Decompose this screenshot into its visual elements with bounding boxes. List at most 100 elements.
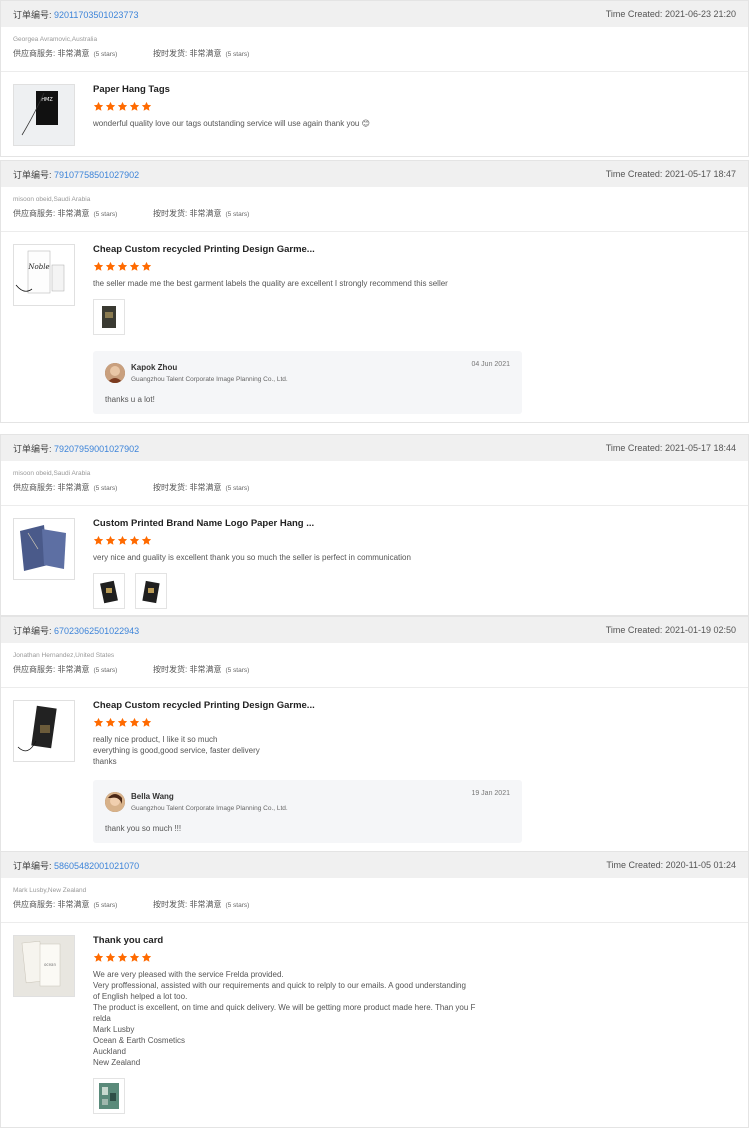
reply-company: Guangzhou Talent Corporate Image Plannin… bbox=[131, 376, 288, 383]
review-text: really nice product, I like it so much e… bbox=[93, 735, 260, 766]
shipping-value: 非常满意 bbox=[189, 900, 222, 909]
review-header: 订单编号: 79107758501027902 Time Created: 20… bbox=[1, 160, 748, 187]
buyer-name: Jonathan Hernandez,United States bbox=[13, 652, 115, 659]
supplier-service-value: 非常满意 bbox=[57, 209, 90, 218]
star-rating bbox=[93, 717, 738, 728]
order-number-link[interactable]: 58605482001021070 bbox=[54, 861, 139, 871]
svg-text:Noble: Noble bbox=[27, 263, 49, 271]
shipping-stars: (5 stars) bbox=[225, 51, 250, 58]
time-label: Time Created: bbox=[605, 625, 663, 635]
star-icon bbox=[93, 535, 104, 545]
time-label: Time Created: bbox=[605, 443, 663, 453]
seller-reply: Bella Wang Guangzhou Talent Corporate Im… bbox=[93, 780, 522, 843]
review-photo[interactable] bbox=[93, 299, 125, 335]
review-header: 订单编号: 92011703501023773 Time Created: 20… bbox=[1, 0, 748, 27]
order-number-link[interactable]: 79207959001027902 bbox=[54, 444, 139, 454]
review-card: 订单编号: 67023062501022943 Time Created: 20… bbox=[0, 616, 749, 852]
star-icon bbox=[105, 535, 116, 545]
reply-date: 19 Jan 2021 bbox=[471, 790, 510, 797]
star-icon bbox=[93, 261, 104, 271]
review-header: 订单编号: 58605482001021070 Time Created: 20… bbox=[1, 851, 748, 878]
order-number-link[interactable]: 92011703501023773 bbox=[54, 10, 138, 20]
shipping-value: 非常满意 bbox=[189, 209, 222, 218]
review-photo[interactable] bbox=[93, 1078, 125, 1114]
review-header: 订单编号: 67023062501022943 Time Created: 20… bbox=[1, 616, 748, 643]
shipping-stars: (5 stars) bbox=[225, 902, 250, 909]
time-label: Time Created: bbox=[605, 169, 663, 179]
product-thumbnail[interactable]: Noble bbox=[13, 244, 75, 306]
seller-ratings: 供应商服务: 非常满意 (5 stars) 按时发货: 非常满意 (5 stars) bbox=[13, 48, 748, 62]
supplier-service-stars: (5 stars) bbox=[93, 211, 118, 218]
review-photo[interactable] bbox=[93, 573, 125, 609]
seller-ratings: 供应商服务: 非常满意 (5 stars) 按时发货: 非常满意 (5 stars) bbox=[13, 482, 748, 496]
time-label: Time Created: bbox=[605, 9, 663, 19]
product-thumbnail[interactable] bbox=[13, 518, 75, 580]
time-label: Time Created: bbox=[606, 860, 664, 870]
review-photos bbox=[93, 573, 738, 609]
supplier-service-stars: (5 stars) bbox=[93, 485, 118, 492]
star-icon bbox=[117, 261, 128, 271]
seller-ratings: 供应商服务: 非常满意 (5 stars) 按时发货: 非常满意 (5 stars) bbox=[13, 208, 748, 222]
product-thumbnail[interactable]: HMZ bbox=[13, 84, 75, 146]
product-title-link[interactable]: Thank you card bbox=[93, 935, 738, 946]
product-title-link[interactable]: Paper Hang Tags bbox=[93, 84, 738, 95]
review-text: the seller made me the best garment labe… bbox=[93, 279, 448, 288]
supplier-service-stars: (5 stars) bbox=[93, 902, 118, 909]
supplier-service-label: 供应商服务: bbox=[13, 665, 56, 674]
star-icon bbox=[105, 101, 116, 111]
reply-company: Guangzhou Talent Corporate Image Plannin… bbox=[131, 805, 288, 812]
star-icon bbox=[117, 535, 128, 545]
order-number-link[interactable]: 67023062501022943 bbox=[54, 626, 139, 636]
star-icon bbox=[93, 101, 104, 111]
seller-reply: Kapok Zhou Guangzhou Talent Corporate Im… bbox=[93, 351, 522, 414]
order-label: 订单编号: bbox=[13, 9, 52, 20]
star-rating bbox=[93, 952, 738, 963]
time-created: 2021-06-23 21:20 bbox=[664, 9, 736, 19]
review-card: 订单编号: 79107758501027902 Time Created: 20… bbox=[0, 160, 749, 423]
star-icon bbox=[141, 535, 152, 545]
star-icon bbox=[129, 261, 140, 271]
review-text: wonderful quality love our tags outstand… bbox=[93, 119, 370, 128]
star-icon bbox=[141, 261, 152, 271]
review-text: very nice and guality is excellent thank… bbox=[93, 553, 411, 562]
supplier-service-label: 供应商服务: bbox=[13, 483, 56, 492]
buyer-name: Georgea Avramovic,Australia bbox=[13, 36, 98, 43]
supplier-service-label: 供应商服务: bbox=[13, 49, 56, 58]
star-rating bbox=[93, 535, 738, 546]
star-icon bbox=[129, 952, 140, 962]
shipping-label: 按时发货: bbox=[153, 49, 188, 58]
supplier-service-label: 供应商服务: bbox=[13, 209, 56, 218]
reply-author: Kapok Zhou bbox=[131, 363, 178, 372]
product-title-link[interactable]: Cheap Custom recycled Printing Design Ga… bbox=[93, 244, 738, 255]
supplier-service-label: 供应商服务: bbox=[13, 900, 56, 909]
seller-ratings: 供应商服务: 非常满意 (5 stars) 按时发货: 非常满意 (5 stars) bbox=[13, 899, 748, 913]
supplier-service-stars: (5 stars) bbox=[93, 667, 118, 674]
review-card: 订单编号: 58605482001021070 Time Created: 20… bbox=[0, 851, 749, 1128]
avatar bbox=[105, 792, 125, 812]
star-icon bbox=[129, 101, 140, 111]
review-photo[interactable] bbox=[135, 573, 167, 609]
time-created: 2021-01-19 02:50 bbox=[664, 625, 736, 635]
product-thumbnail[interactable]: ocean bbox=[13, 935, 75, 997]
time-created: 2021-05-17 18:44 bbox=[664, 443, 736, 453]
order-number-link[interactable]: 79107758501027902 bbox=[54, 170, 139, 180]
star-icon bbox=[93, 717, 104, 727]
product-title-link[interactable]: Custom Printed Brand Name Logo Paper Han… bbox=[93, 518, 738, 529]
product-title-link[interactable]: Cheap Custom recycled Printing Design Ga… bbox=[93, 700, 738, 711]
buyer-name: misoon obeid,Saudi Arabia bbox=[13, 196, 91, 203]
star-icon bbox=[129, 535, 140, 545]
shipping-label: 按时发货: bbox=[153, 483, 188, 492]
avatar bbox=[105, 363, 125, 383]
reply-text: thanks u a lot! bbox=[105, 395, 155, 404]
product-thumbnail[interactable] bbox=[13, 700, 75, 762]
seller-ratings: 供应商服务: 非常满意 (5 stars) 按时发货: 非常满意 (5 stars) bbox=[13, 664, 748, 678]
star-icon bbox=[93, 952, 104, 962]
shipping-stars: (5 stars) bbox=[225, 667, 250, 674]
shipping-label: 按时发货: bbox=[153, 209, 188, 218]
order-label: 订单编号: bbox=[13, 860, 52, 871]
review-photos bbox=[93, 1078, 738, 1114]
review-card: 订单编号: 92011703501023773 Time Created: 20… bbox=[0, 0, 749, 157]
shipping-label: 按时发货: bbox=[153, 665, 188, 674]
shipping-value: 非常满意 bbox=[189, 49, 222, 58]
shipping-value: 非常满意 bbox=[189, 665, 222, 674]
